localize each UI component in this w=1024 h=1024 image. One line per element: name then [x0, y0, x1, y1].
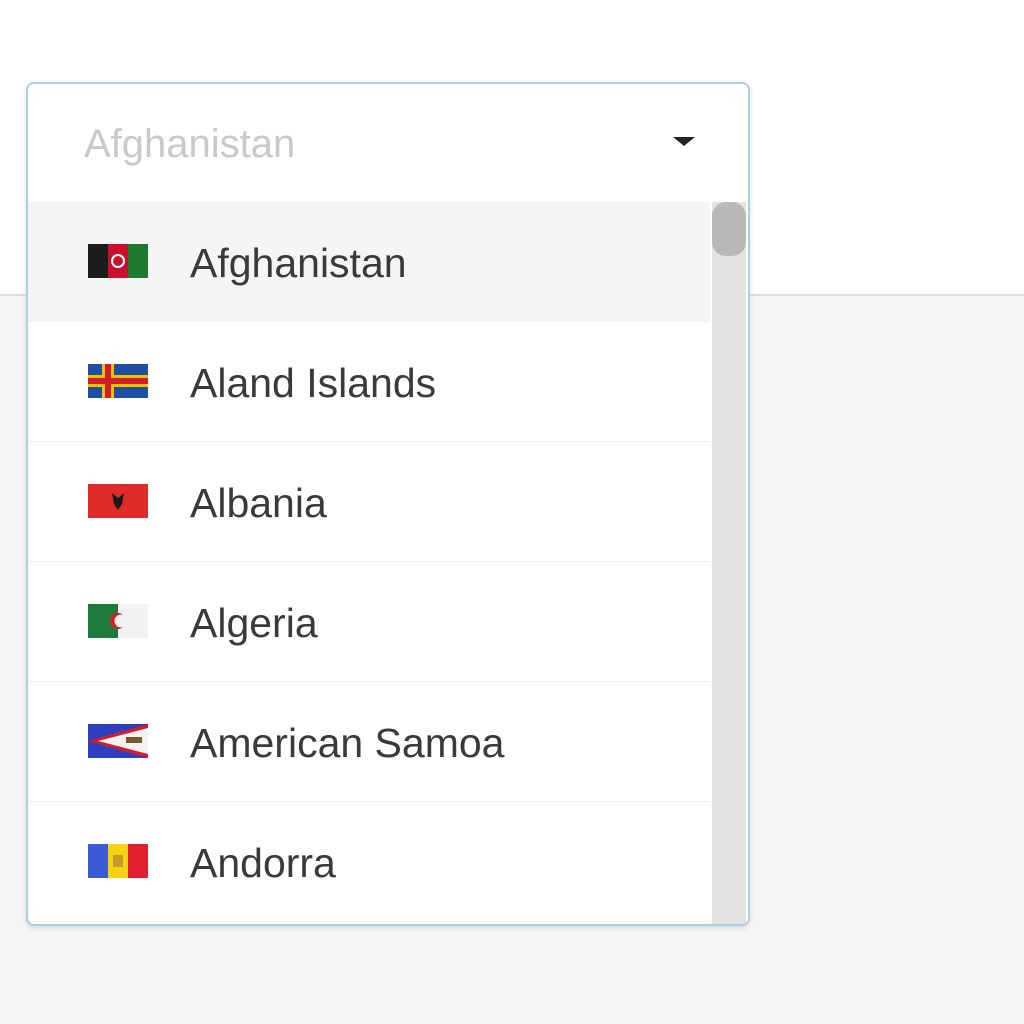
- country-options-list[interactable]: Afghanistan Aland Islands Albania Algeri…: [28, 202, 710, 924]
- option-algeria[interactable]: Algeria: [28, 562, 710, 682]
- selected-country-value: Afghanistan: [84, 122, 296, 166]
- flag-algeria-icon: [88, 604, 148, 638]
- option-afghanistan[interactable]: Afghanistan: [28, 202, 710, 322]
- option-label: Algeria: [190, 600, 318, 646]
- option-albania[interactable]: Albania: [28, 442, 710, 562]
- option-label: American Samoa: [190, 720, 505, 766]
- flag-albania-icon: [88, 484, 148, 518]
- option-label: Afghanistan: [190, 240, 407, 286]
- option-aland-islands[interactable]: Aland Islands: [28, 322, 710, 442]
- option-andorra[interactable]: Andorra: [28, 802, 710, 922]
- flag-american-samoa-icon: [88, 724, 148, 758]
- country-select-field[interactable]: Afghanistan: [28, 84, 748, 202]
- flag-afghanistan-icon: [88, 244, 148, 278]
- flag-aland-islands-icon: [88, 364, 148, 398]
- page: Afghanistan Afghanistan Aland Islands Al…: [0, 0, 1024, 1024]
- option-label: Andorra: [190, 840, 336, 886]
- scrollbar-track[interactable]: [712, 202, 746, 924]
- option-label: Aland Islands: [190, 360, 437, 406]
- option-american-samoa[interactable]: American Samoa: [28, 682, 710, 802]
- country-select-dropdown[interactable]: Afghanistan Afghanistan Aland Islands Al…: [26, 82, 750, 926]
- caret-down-icon[interactable]: [673, 137, 695, 146]
- flag-andorra-icon: [88, 844, 148, 878]
- option-label: Albania: [190, 480, 327, 526]
- scrollbar-thumb[interactable]: [712, 202, 746, 256]
